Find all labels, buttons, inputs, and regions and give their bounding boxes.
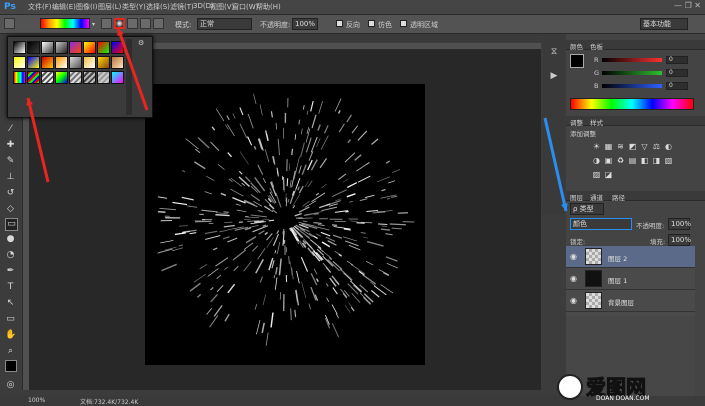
watermark: 爱图网 DOAN DOAN.COM — [556, 370, 701, 404]
blue-arrow-to-blend-mode — [543, 117, 568, 212]
red-arrow-to-swatch — [26, 97, 50, 183]
watermark-subtitle: DOAN DOAN.COM — [596, 395, 650, 402]
red-arrow-to-radial — [116, 27, 149, 111]
red-arrow-to-radial-head — [117, 28, 124, 36]
annotation-overlay — [26, 27, 568, 212]
